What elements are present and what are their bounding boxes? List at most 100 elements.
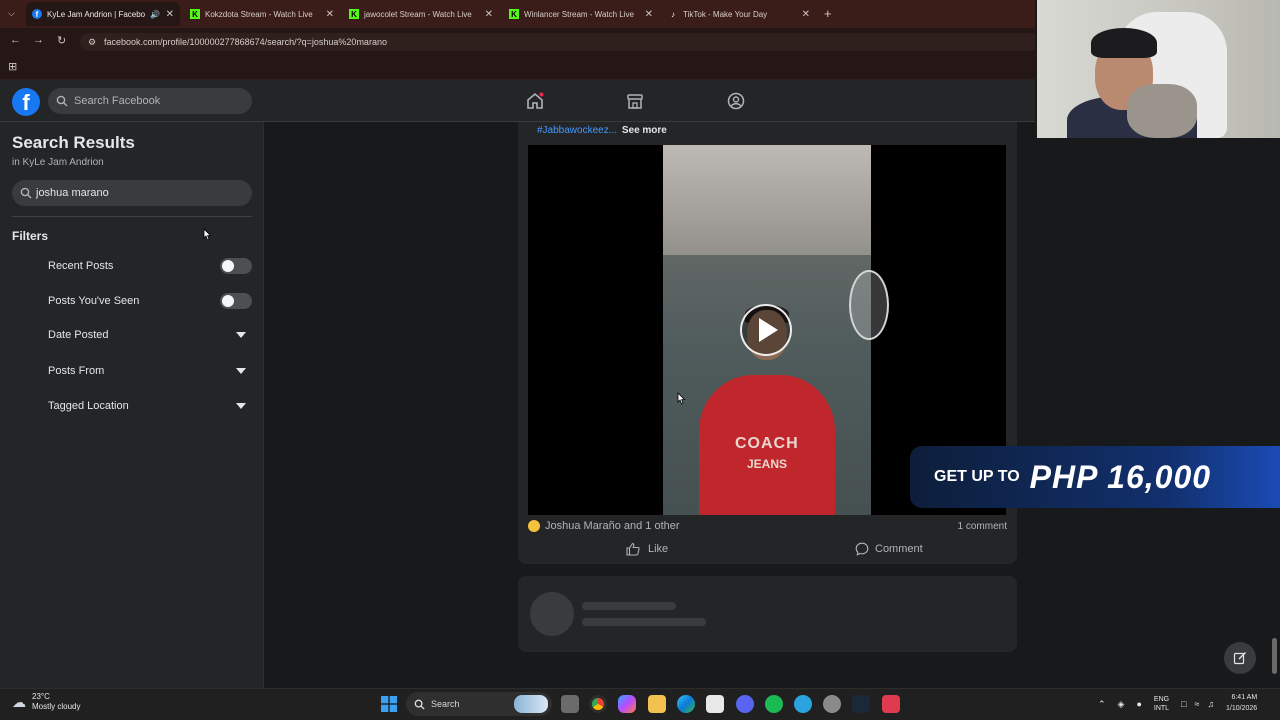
tab-label: Kokzdota Stream - Watch Live [205, 9, 313, 19]
filters-heading: Filters [12, 229, 49, 243]
copilot-icon[interactable] [618, 695, 636, 713]
clock-date: 1/10/2026 [1226, 705, 1258, 712]
close-tab-icon[interactable]: ✕ [166, 9, 174, 20]
comment-button[interactable]: Comment [855, 542, 923, 556]
mic-icon[interactable]: ● [1136, 699, 1141, 709]
apps-grid-icon[interactable]: ⊞ [8, 60, 17, 73]
site-info-icon[interactable]: ⚙ [88, 37, 96, 48]
edge-icon[interactable] [677, 695, 695, 713]
promo-banner: GET UP TO PHP 16,000 [910, 446, 1280, 508]
search-value: joshua marano [36, 187, 109, 199]
nav-home-button[interactable] [524, 90, 546, 112]
new-tab-button[interactable]: + [824, 6, 832, 21]
wifi-icon[interactable]: ≈ [1195, 699, 1200, 709]
comment-label: Comment [875, 543, 923, 555]
weather-desc: Mostly cloudy [32, 702, 81, 711]
discord-icon[interactable] [736, 695, 754, 713]
url-field[interactable]: ⚙ facebook.com/profile/100000277868674/s… [80, 33, 1040, 51]
like-button[interactable]: Like [626, 542, 668, 556]
shirt-print-2: JEANS [747, 457, 788, 471]
filter-posts-from[interactable]: Posts From [48, 361, 252, 381]
nav-marketplace-button[interactable] [624, 90, 646, 112]
search-placeholder: Search Facebook [74, 95, 161, 107]
store-icon[interactable] [706, 695, 724, 713]
system-tray: ⌃ ◈ ● ENG INTL □ ≈ ♫ [1098, 690, 1214, 718]
divider [12, 216, 252, 217]
caret-down-icon [236, 332, 246, 338]
comment-icon [855, 542, 869, 556]
filter-tagged-location[interactable]: Tagged Location [48, 396, 252, 416]
compose-icon [1233, 652, 1246, 665]
close-tab-icon[interactable]: ✕ [326, 9, 334, 20]
chevron-up-icon[interactable]: ⌃ [1098, 699, 1106, 710]
close-tab-icon[interactable]: ✕ [645, 9, 653, 20]
language-code[interactable]: ENG [1154, 695, 1169, 704]
tab-label: TikTok - Make Your Day [683, 9, 768, 19]
file-explorer-icon[interactable] [648, 695, 666, 713]
tab-facebook[interactable]: f KyLe Jam Andrion | Facebo 🔊 ✕ [26, 2, 180, 26]
placeholder-line [582, 618, 706, 626]
cloud-icon: ☁ [12, 694, 26, 710]
scrollbar-thumb[interactable] [1272, 638, 1277, 674]
shirt-print: COACH [735, 435, 799, 452]
tab-tiktok[interactable]: ♪ TikTok - Make Your Day ✕ [662, 2, 816, 26]
toggle-knob [222, 295, 234, 307]
toggle-knob [222, 260, 234, 272]
network-icon[interactable]: ◈ [1118, 699, 1125, 710]
facebook-logo[interactable]: f [12, 88, 40, 116]
telegram-icon[interactable] [794, 695, 812, 713]
filter-date-posted[interactable]: Date Posted [48, 325, 252, 345]
hashtag-link[interactable]: #Jabbawockeez... [537, 125, 617, 136]
posts-seen-toggle[interactable] [220, 293, 252, 309]
task-view-icon[interactable] [561, 695, 579, 713]
new-message-button[interactable] [1224, 642, 1256, 674]
kick-icon: K [509, 9, 519, 19]
audio-icon: 🔊 [150, 9, 160, 19]
tab-jawocolet[interactable]: K jawocolet Stream - Watch Live ✕ [343, 2, 499, 26]
windows-taskbar [0, 688, 1280, 720]
comments-count[interactable]: 1 comment [958, 521, 1007, 532]
filter-label: Posts You've Seen [48, 295, 140, 307]
spotify-icon[interactable] [765, 695, 783, 713]
steam-icon[interactable] [852, 695, 870, 713]
play-button[interactable] [740, 304, 792, 356]
reactions-text: Joshua Maraño and 1 other [545, 520, 680, 532]
back-icon[interactable]: ← [10, 34, 21, 46]
profile-search-input[interactable]: joshua marano [12, 180, 252, 206]
filter-label: Posts From [48, 365, 105, 377]
weather-widget[interactable]: ☁ 23°C Mostly cloudy [12, 692, 80, 712]
filter-recent-posts[interactable]: Recent Posts [48, 256, 252, 276]
tab-kokzdota[interactable]: K Kokzdota Stream - Watch Live ✕ [184, 2, 340, 26]
windows-start-icon[interactable] [381, 696, 397, 712]
facebook-search-input[interactable]: Search Facebook [48, 88, 252, 114]
tab-winlancer[interactable]: K Winlancer Stream - Watch Live ✕ [503, 2, 659, 26]
filter-posts-seen[interactable]: Posts You've Seen [48, 291, 252, 311]
reload-icon[interactable]: ↻ [57, 34, 66, 47]
nav-groups-button[interactable] [725, 90, 747, 112]
taskbar-clock[interactable]: 6:41 AM 1/10/2026 [1226, 692, 1257, 714]
chrome-icon[interactable] [589, 695, 607, 713]
settings-icon[interactable] [823, 695, 841, 713]
see-more-link[interactable]: See more [622, 125, 667, 136]
search-icon [20, 187, 32, 199]
tab-label: jawocolet Stream - Watch Live [364, 9, 472, 19]
recent-posts-toggle[interactable] [220, 258, 252, 274]
webcam-person-hair [1091, 28, 1157, 58]
reactions-summary[interactable]: Joshua Maraño and 1 other [528, 520, 680, 532]
loading-post-placeholder [518, 576, 1017, 652]
filter-label: Date Posted [48, 329, 109, 341]
close-tab-icon[interactable]: ✕ [485, 9, 493, 20]
weather-temp: 23°C [32, 692, 50, 701]
app-icon[interactable] [882, 695, 900, 713]
keyboard-layout[interactable]: INTL [1154, 704, 1169, 713]
forward-icon[interactable]: → [33, 34, 44, 46]
kick-icon: K [190, 9, 200, 19]
taskbar-search[interactable]: Search [406, 692, 552, 716]
close-tab-icon[interactable]: ✕ [802, 9, 810, 20]
mouse-cursor-icon [677, 392, 686, 405]
tab-list-icon[interactable]: ⌵ [8, 8, 15, 19]
mouse-cursor-icon [203, 228, 212, 241]
display-icon[interactable]: □ [1181, 699, 1186, 709]
volume-icon[interactable]: ♫ [1207, 699, 1214, 709]
clock-time: 6:41 AM [1231, 694, 1258, 701]
